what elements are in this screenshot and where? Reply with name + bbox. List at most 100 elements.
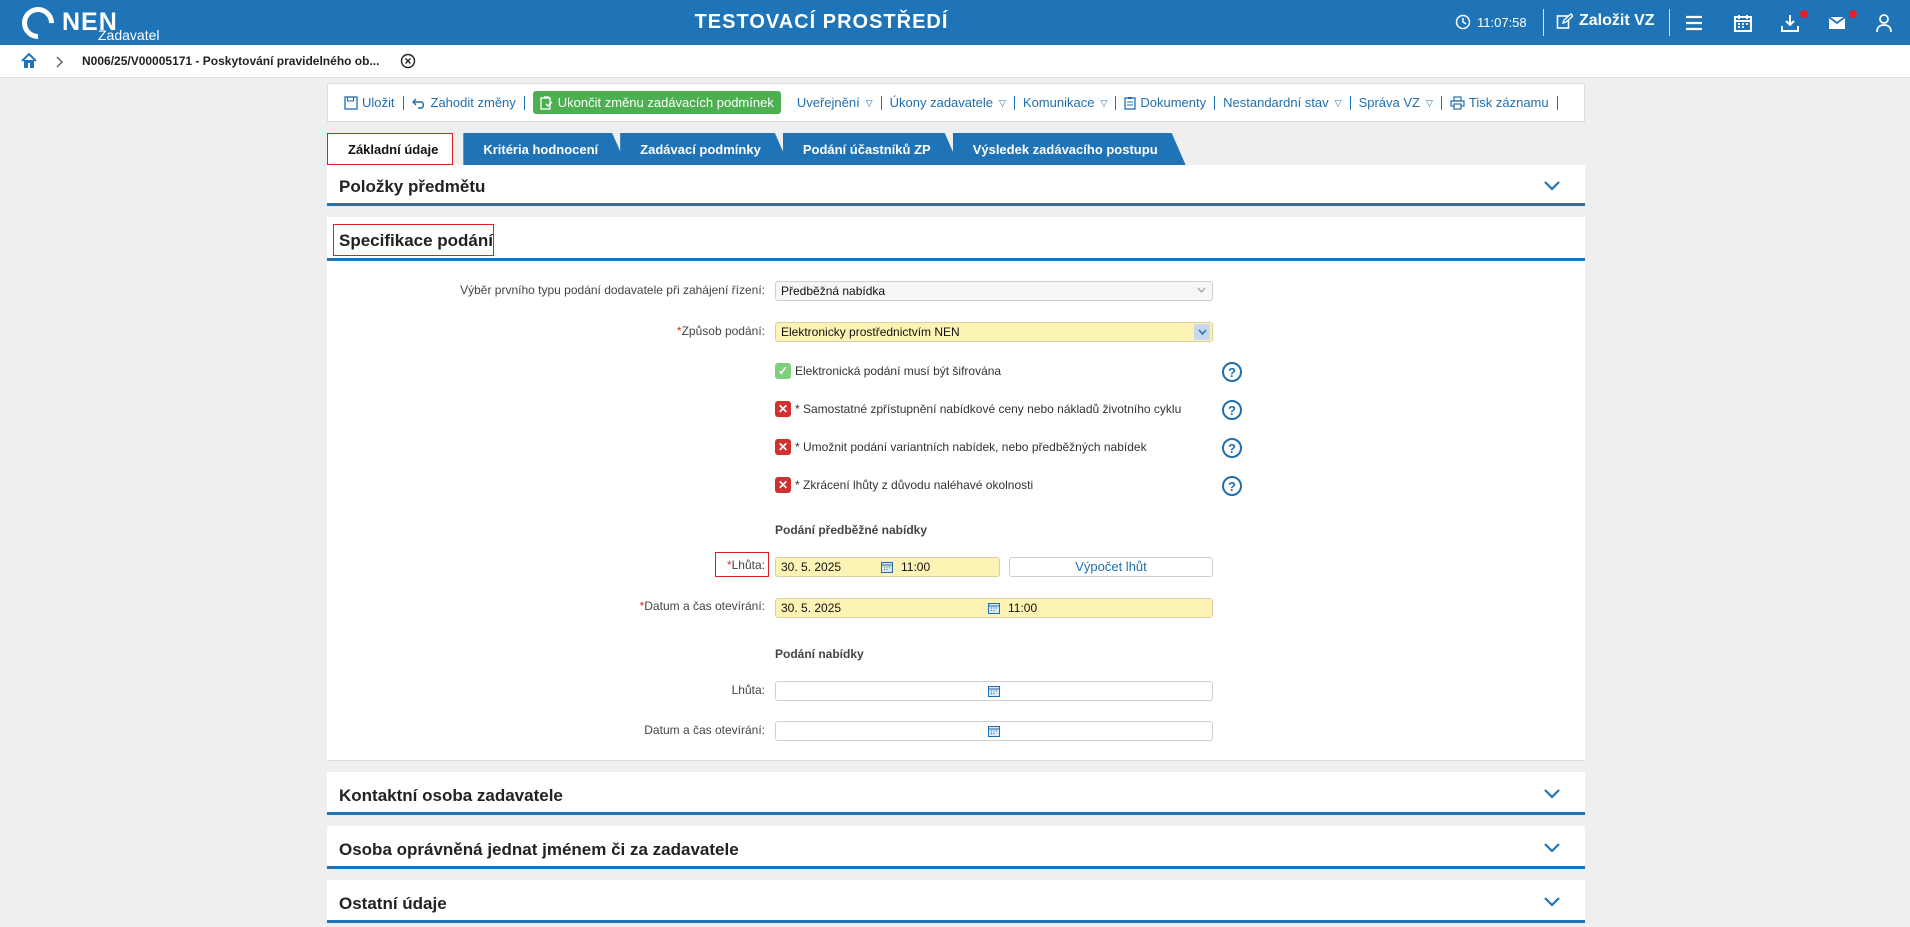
chevron-down-icon[interactable] [1543,177,1561,195]
dropdown-triangle-icon: ▽ [865,97,873,108]
tab-tender-conditions[interactable]: Zadávací podmínky [620,133,789,165]
offer-opening-label: Datum a čas otevírání: [644,723,765,737]
undo-icon [411,98,424,109]
checkmark-icon: ✓ [775,363,791,379]
prelim-deadline-time[interactable]: 11:00 [901,558,930,576]
management-label: Správa VZ [1358,94,1420,110]
chevron-down-icon[interactable] [1543,893,1561,911]
calendar-icon[interactable] [988,725,1000,737]
calculate-deadlines-button[interactable]: Výpočet lhůt [1009,557,1213,577]
tab-basic-info[interactable]: Základní údaje [327,133,454,165]
print-record-button[interactable]: Tisk záznamu [1442,94,1558,110]
method-value: Elektronicky prostřednictvím NEN [781,325,960,339]
nonstandard-label: Nestandardní stav [1223,94,1329,110]
panel-title: Položky předmětu [339,177,486,196]
calendar-icon[interactable] [988,602,1000,614]
prelim-deadline-label: *Lhůta: [726,558,765,572]
panel-other-info[interactable]: Ostatní údaje [327,880,1585,923]
dropdown-triangle-icon: ▽ [1100,97,1108,108]
calendar-icon[interactable] [988,685,1000,697]
create-vz-button[interactable]: Založit VZ [1556,12,1655,30]
environment-title: TESTOVACÍ PROSTŘEDÍ [694,11,949,33]
offer-heading: Podání nabídky [775,647,864,661]
user-icon[interactable] [1874,13,1894,33]
prelim-deadline-field[interactable]: 30. 5. 2025 11:00 [775,557,1000,577]
method-select[interactable]: Elektronicky prostřednictvím NEN [775,322,1213,342]
offer-opening-field[interactable] [775,721,1213,741]
panel-title: Osoba oprávněná jednat jménem či za zada… [339,840,739,859]
shortened-deadline-checkbox[interactable]: ✕ * Zkrácení lhůty z důvodu naléhavé okol… [775,477,1033,493]
separate-price-checkbox[interactable]: ✕ * Samostatné zpřístupnění nabídkové cen… [775,401,1181,417]
panel-subject-items[interactable]: Položky předmětu [327,165,1585,206]
actions-label: Úkony zadavatele [889,94,993,110]
finish-change-button[interactable]: Ukončit změnu zadávacích podmínek [532,91,781,114]
shortened-deadline-label: * Zkrácení lhůty z důvodu naléhavé okoln… [795,478,1034,492]
first-type-select[interactable]: Předběžná nabídka [775,281,1213,301]
prelim-opening-time[interactable]: 11:00 [1008,599,1037,617]
chevron-right-icon [56,56,64,68]
publish-label: Uveřejnění [796,94,860,110]
tab-evaluation-criteria[interactable]: Kritéria hodnocení [463,133,626,165]
breadcrumb-current[interactable]: N006/25/V00005171 - Poskytování pravidel… [82,54,379,68]
tab-participant-submissions[interactable]: Podání účastníků ZP [783,133,959,165]
first-type-label: Výběr prvního typu podání dodavatele při… [460,283,765,297]
clock-time: 11:07:58 [1477,14,1527,30]
dropdown-triangle-icon: ▽ [1334,97,1342,108]
variant-offers-label: * Umožnit podání variantních nabídek, ne… [795,440,1147,454]
create-vz-label: Založit VZ [1579,12,1655,29]
printer-icon [1450,95,1465,110]
chevron-down-icon [1197,287,1206,293]
documents-button[interactable]: Dokumenty [1116,95,1216,110]
encrypted-checkbox[interactable]: ✓ Elektronická podání musí být šifrována [775,363,1001,379]
header-divider [1669,9,1670,36]
mail-icon[interactable] [1827,13,1847,33]
chevron-down-icon [1198,329,1207,336]
panel-contact-person[interactable]: Kontaktní osoba zadavatele [327,772,1585,815]
help-icon[interactable]: ? [1222,362,1242,382]
dropdown-triangle-icon: ▽ [1425,97,1433,108]
save-icon [344,95,358,110]
discard-changes-button[interactable]: Zahodit změny [404,94,525,110]
calendar-icon[interactable] [1733,13,1753,33]
help-icon[interactable]: ? [1222,438,1242,458]
chevron-down-icon[interactable] [1543,839,1561,857]
panel-submission-spec: Specifikace podání [327,217,1585,261]
edit-icon [1556,12,1573,29]
close-tab-icon[interactable] [400,53,416,69]
finish-change-label: Ukončit změnu zadávacích podmínek [557,95,774,110]
management-menu[interactable]: Správa VZ ▽ [1351,94,1442,110]
separate-price-label: * Samostatné zpřístupnění nabídkové ceny… [795,402,1182,416]
actions-menu[interactable]: Úkony zadavatele ▽ [882,94,1015,110]
panel-title: Kontaktní osoba zadavatele [339,786,563,805]
clipboard-icon [1124,96,1137,110]
offer-deadline-field[interactable] [775,681,1213,701]
save-label: Uložit [362,94,395,110]
home-icon[interactable] [20,52,38,70]
preliminary-heading: Podání předběžné nabídky [775,523,928,537]
panel-title: Specifikace podání [339,231,493,250]
prelim-opening-field[interactable]: 30. 5. 2025 11:00 [775,598,1213,618]
prelim-deadline-date: 30. 5. 2025 [781,560,842,574]
variant-offers-checkbox[interactable]: ✕ * Umožnit podání variantních nabídek, n… [775,439,1147,455]
publish-menu[interactable]: Uveřejnění ▽ [789,94,882,110]
communication-menu[interactable]: Komunikace ▽ [1015,95,1117,110]
menu-icon[interactable] [1684,13,1704,33]
header-divider [1543,9,1544,36]
download-icon[interactable] [1780,13,1800,33]
nonstandard-state-menu[interactable]: Nestandardní stav ▽ [1215,94,1351,110]
prelim-opening-date: 30. 5. 2025 [781,601,842,615]
tab-procedure-result[interactable]: Výsledek zadávacího postupu [953,133,1186,165]
help-icon[interactable]: ? [1222,400,1242,420]
save-button[interactable]: Uložit [336,94,404,110]
print-label: Tisk záznamu [1468,94,1549,110]
first-type-value: Předběžná nabídka [781,284,886,298]
discard-label: Zahodit změny [430,94,516,110]
panel-authorized-person[interactable]: Osoba oprávněná jednat jménem či za zada… [327,826,1585,869]
prelim-opening-label: *Datum a čas otevírání: [639,599,765,613]
cross-icon: ✕ [775,477,791,493]
select-button[interactable] [1194,324,1210,340]
calendar-icon[interactable] [881,561,893,573]
chevron-down-icon[interactable] [1543,785,1561,803]
help-icon[interactable]: ? [1222,476,1242,496]
top-bar: NEN Zadavatel TESTOVACÍ PROSTŘEDÍ 11:07:… [0,0,1910,46]
